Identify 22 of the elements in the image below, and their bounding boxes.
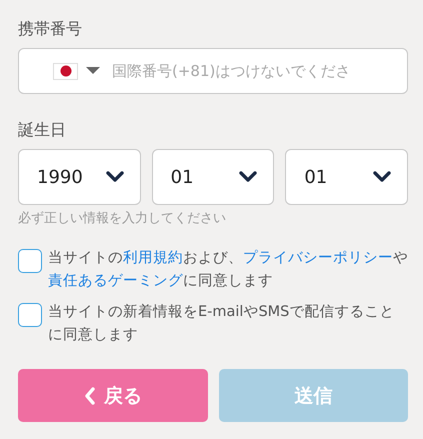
agreement-text: 当サイトの利用規約および、プライバシーポリシーや 責任あるゲーミングに同意します [48, 248, 408, 291]
chevron-left-icon [84, 386, 96, 404]
hint-text: 必ず正しい情報を入力してください [18, 210, 226, 227]
checkbox[interactable] [18, 303, 42, 327]
chevron-down-icon [106, 171, 124, 183]
chevron-down-icon [239, 171, 258, 183]
link[interactable]: プライバシーポリシー [243, 250, 393, 266]
link[interactable]: 責任あるゲーミング [48, 273, 183, 289]
checkbox[interactable] [18, 249, 42, 273]
agreement-text: 当サイトの新着情報をE-mailやSMSで配信することに同意します [48, 302, 396, 345]
phone-number-input[interactable]: 国際番号(+81)はつけないでくださ [112, 62, 397, 80]
field-label: 携帯番号 [18, 18, 82, 40]
date-select[interactable]: 01 [152, 149, 274, 205]
phone-field[interactable]: 国際番号(+81)はつけないでくださ [18, 48, 408, 94]
chevron-down-icon [372, 171, 391, 183]
field-label: 誕生日 [18, 119, 66, 141]
dropdown-arrow-icon[interactable] [86, 67, 100, 75]
link[interactable]: 利用規約 [123, 250, 183, 266]
back-button[interactable]: 戻る [18, 369, 208, 422]
flag-icon [53, 62, 78, 80]
date-select[interactable]: 01 [285, 149, 408, 205]
date-select[interactable]: 1990 [18, 149, 141, 205]
